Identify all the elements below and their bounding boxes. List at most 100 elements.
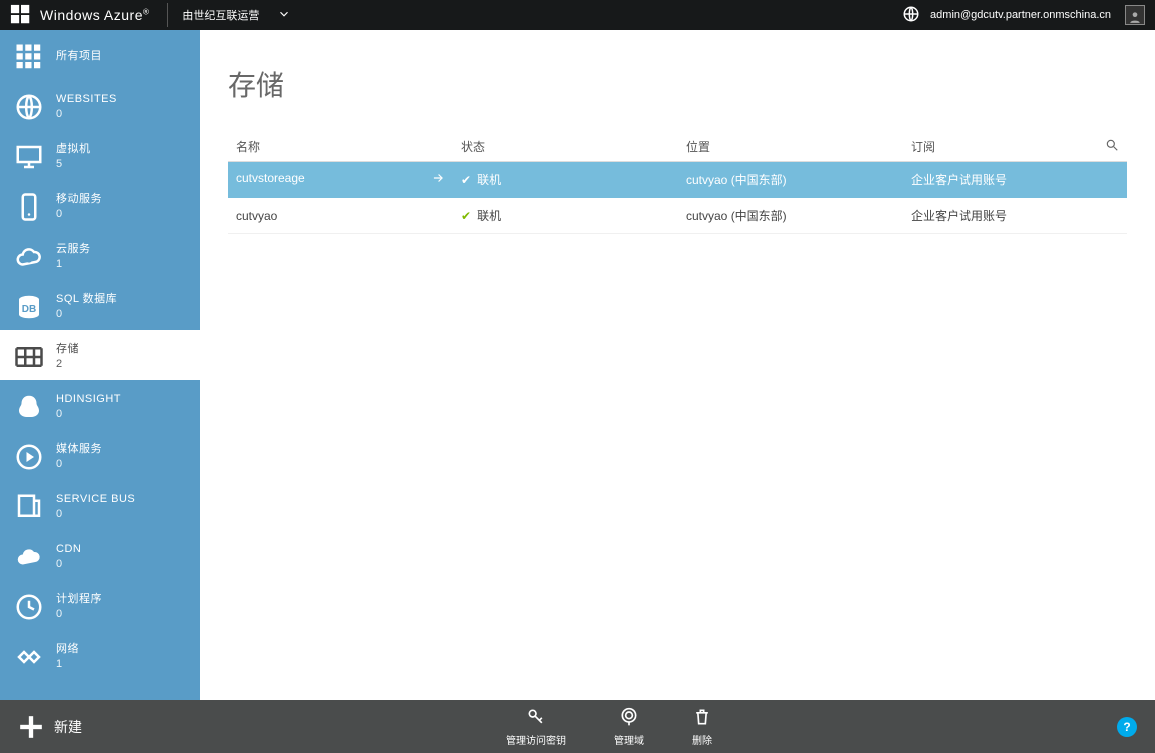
sidebar-item-媒体服务[interactable]: 媒体服务 0 xyxy=(0,430,200,480)
scheduler-icon xyxy=(12,590,46,624)
command-bar: 新建 管理访问密钥 管理域 删除 ? xyxy=(0,700,1155,753)
col-name[interactable]: 名称 xyxy=(228,132,453,162)
sidebar-item-count: 0 xyxy=(56,408,121,421)
sidebar-item-label: 计划程序 xyxy=(56,593,102,606)
mobile-icon xyxy=(12,190,46,224)
cell-status: ✔联机 xyxy=(453,162,678,198)
trash-icon xyxy=(692,706,712,728)
search-icon xyxy=(1105,138,1119,152)
avatar[interactable] xyxy=(1125,5,1145,25)
cell-location: cutvyao (中国东部) xyxy=(678,162,903,198)
azure-logo-icon xyxy=(10,4,32,26)
sidebar-item-label: HDINSIGHT xyxy=(56,393,121,406)
sidebar-item-label: WEBSITES xyxy=(56,93,117,106)
cmd-key[interactable]: 管理访问密钥 xyxy=(506,706,566,747)
new-label: 新建 xyxy=(54,717,82,737)
topbar: Windows Azure® 由世纪互联运营 admin@gdcutv.part… xyxy=(0,0,1155,30)
cmd-trash[interactable]: 删除 xyxy=(692,706,712,747)
media-icon xyxy=(12,440,46,474)
sidebar-item-count: 0 xyxy=(56,208,102,221)
sidebar-item-所有项目[interactable]: 所有项目 xyxy=(0,30,200,80)
cell-name: cutvstoreage xyxy=(228,162,453,198)
cell-subscription: 企业客户试用账号 xyxy=(903,198,1127,234)
arrow-right-icon[interactable] xyxy=(431,171,445,188)
sidebar-item-label: CDN xyxy=(56,543,81,556)
table-row[interactable]: cutvstoreage✔联机cutvyao (中国东部)企业客户试用账号 xyxy=(228,162,1127,198)
sidebar-item-cdn[interactable]: CDN 0 xyxy=(0,530,200,580)
cloud-icon xyxy=(12,240,46,274)
sidebar-item-label: 所有项目 xyxy=(56,50,102,63)
chevron-down-icon[interactable] xyxy=(277,7,291,24)
sidebar-item-label: 网络 xyxy=(56,643,79,656)
network-icon xyxy=(12,640,46,674)
globe-icon[interactable] xyxy=(902,5,920,26)
col-location[interactable]: 位置 xyxy=(678,132,903,162)
hdinsight-icon xyxy=(12,390,46,424)
sidebar-item-count: 1 xyxy=(56,658,79,671)
sidebar-item-count: 1 xyxy=(56,258,91,271)
grid-icon xyxy=(12,40,46,74)
sidebar-item-label: 移动服务 xyxy=(56,193,102,206)
plus-icon xyxy=(18,714,44,740)
key-icon xyxy=(526,706,546,728)
check-icon: ✔ xyxy=(461,173,471,187)
sidebar-item-label: 云服务 xyxy=(56,243,91,256)
servicebus-icon xyxy=(12,490,46,524)
sidebar-item-count: 0 xyxy=(56,608,102,621)
monitor-icon xyxy=(12,140,46,174)
search-header[interactable] xyxy=(1087,132,1127,162)
help-label: ? xyxy=(1123,720,1130,734)
globe-icon xyxy=(12,90,46,124)
sidebar-item-移动服务[interactable]: 移动服务 0 xyxy=(0,180,200,230)
sidebar-item-count: 0 xyxy=(56,558,81,571)
cmd-label: 删除 xyxy=(692,732,712,747)
cell-status: ✔联机 xyxy=(453,198,678,234)
storage-table: 名称 状态 位置 订阅 cutvstoreage✔联机cutvyao (中国东部… xyxy=(228,132,1127,234)
sidebar-item-label: 虚拟机 xyxy=(56,143,91,156)
sidebar-item-count: 5 xyxy=(56,158,91,171)
sidebar-item-label: 媒体服务 xyxy=(56,443,102,456)
sidebar-item-虚拟机[interactable]: 虚拟机 5 xyxy=(0,130,200,180)
user-email[interactable]: admin@gdcutv.partner.onmschina.cn xyxy=(930,9,1111,21)
sidebar-item-label: SQL 数据库 xyxy=(56,293,117,306)
sidebar-item-count: 0 xyxy=(56,308,117,321)
table-row[interactable]: cutvyao✔联机cutvyao (中国东部)企业客户试用账号 xyxy=(228,198,1127,234)
cell-subscription: 企业客户试用账号 xyxy=(903,162,1127,198)
sidebar-item-count: 0 xyxy=(56,108,117,121)
sidebar-item-hdinsight[interactable]: HDINSIGHT 0 xyxy=(0,380,200,430)
brand-mark: ® xyxy=(143,7,149,16)
domain-icon xyxy=(619,706,639,728)
col-subscription[interactable]: 订阅 xyxy=(903,132,1087,162)
sidebar-item-websites[interactable]: WEBSITES 0 xyxy=(0,80,200,130)
db-icon: DB xyxy=(12,290,46,324)
help-button[interactable]: ? xyxy=(1117,717,1137,737)
cell-name: cutvyao xyxy=(228,198,453,234)
new-button[interactable]: 新建 xyxy=(18,714,82,740)
main-panel: 存储 名称 状态 位置 订阅 cutvstoreage✔联机cutvyao (中… xyxy=(200,30,1155,700)
sidebar-item-service-bus[interactable]: SERVICE BUS 0 xyxy=(0,480,200,530)
cdn-icon xyxy=(12,540,46,574)
table-icon xyxy=(12,340,46,374)
col-status[interactable]: 状态 xyxy=(453,132,678,162)
sidebar-item-label: SERVICE BUS xyxy=(56,493,135,506)
sidebar-item-云服务[interactable]: 云服务 1 xyxy=(0,230,200,280)
brand-label: Windows Azure xyxy=(40,7,143,23)
sidebar: 所有项目 WEBSITES 0 虚拟机 5 移动服务 0 云服务 1 DB SQL 数据库 0 存储 2 H… xyxy=(0,30,200,700)
check-icon: ✔ xyxy=(461,209,471,223)
cmd-label: 管理域 xyxy=(614,732,644,747)
cmd-label: 管理访问密钥 xyxy=(506,732,566,747)
cmd-domain[interactable]: 管理域 xyxy=(614,706,644,747)
sidebar-item-count: 0 xyxy=(56,458,102,471)
sidebar-item-sql-数据库[interactable]: DB SQL 数据库 0 xyxy=(0,280,200,330)
brand-text: Windows Azure® xyxy=(40,7,149,23)
cell-location: cutvyao (中国东部) xyxy=(678,198,903,234)
sidebar-item-count: 0 xyxy=(56,508,135,521)
page-title: 存储 xyxy=(228,64,1127,104)
sidebar-item-网络[interactable]: 网络 1 xyxy=(0,630,200,680)
svg-text:DB: DB xyxy=(22,304,36,315)
operator-label: 由世纪互联运营 xyxy=(167,3,273,27)
sidebar-item-计划程序[interactable]: 计划程序 0 xyxy=(0,580,200,630)
sidebar-item-count: 2 xyxy=(56,358,79,371)
sidebar-item-存储[interactable]: 存储 2 xyxy=(0,330,200,380)
sidebar-item-label: 存储 xyxy=(56,343,79,356)
